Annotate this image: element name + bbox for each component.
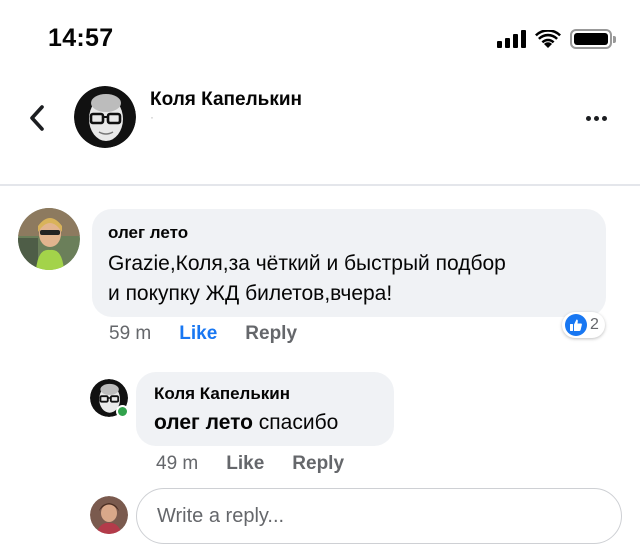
reaction-summary[interactable]: 2 (562, 312, 605, 338)
reply-like-button[interactable]: Like (226, 453, 264, 475)
reply-body: спасибо (258, 411, 339, 434)
comment-timestamp: 59 m (109, 323, 152, 344)
header-divider (0, 184, 640, 186)
commenter-avatar[interactable] (18, 208, 80, 270)
status-icons (497, 28, 616, 50)
reply-text: олег лето спасибо (154, 408, 376, 438)
reply-input[interactable]: Write a reply... (136, 488, 622, 544)
profile-subtitle: · (150, 110, 154, 124)
chevron-left-icon (30, 105, 44, 131)
reply-button[interactable]: Reply (245, 323, 297, 345)
like-button[interactable]: Like (179, 323, 217, 345)
profile-avatar[interactable] (74, 86, 136, 148)
reply-timestamp: 49 m (156, 453, 199, 474)
comment-bubble: олег лето Grazie,Коля,за чёткий и быстры… (92, 209, 606, 317)
reply-author[interactable]: Коля Капелькин (154, 384, 376, 404)
status-bar: 14:57 (0, 0, 640, 70)
signal-icon (497, 30, 526, 48)
thumbs-up-icon (565, 314, 587, 336)
more-options-button[interactable] (586, 108, 607, 128)
reaction-count: 2 (590, 316, 599, 333)
current-user-avatar (90, 496, 128, 534)
reply-actions: 49 m Like Reply (156, 453, 344, 475)
reply-mention[interactable]: олег лето (154, 411, 253, 434)
conversation-header: Коля Капелькин · (0, 70, 640, 185)
reply-input-placeholder: Write a reply... (157, 504, 285, 527)
comment-author[interactable]: олег лето (108, 223, 590, 243)
online-status-indicator (116, 405, 129, 418)
back-button[interactable] (22, 100, 52, 136)
wifi-icon (535, 29, 561, 48)
more-horizontal-icon (586, 115, 591, 121)
comment-actions: 59 m Like Reply (109, 323, 297, 345)
reply-bubble: Коля Капелькин олег лето спасибо (136, 372, 394, 446)
comment-text-line-2: и покупку ЖД билетов,вчера! (108, 282, 393, 305)
profile-name[interactable]: Коля Капелькин (150, 89, 302, 111)
battery-icon (570, 29, 616, 49)
status-time: 14:57 (48, 24, 114, 52)
comment-text-line-1: Grazie,Коля,за чёткий и быстрый подбор (108, 252, 506, 275)
reply-reply-button[interactable]: Reply (292, 453, 344, 475)
